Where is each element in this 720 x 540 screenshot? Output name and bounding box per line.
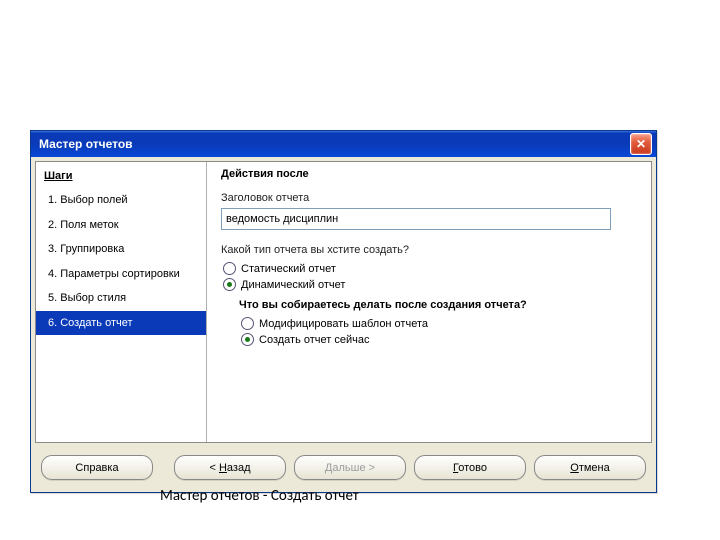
next-button: Дальше > xyxy=(294,455,406,480)
radio-label: Статический отчет xyxy=(241,263,336,275)
step-2[interactable]: 2. Поля меток xyxy=(36,213,206,238)
radio-modify-template[interactable]: Модифицировать шаблон отчета xyxy=(241,317,639,330)
radio-dynamic-report[interactable]: Динамический отчет xyxy=(223,278,639,291)
button-bar: Справка < Назад Дальше > Готово Отмена xyxy=(31,447,656,492)
report-title-input[interactable] xyxy=(221,208,611,230)
titlebar: Мастер отчетов ✕ xyxy=(31,131,656,157)
help-button[interactable]: Справка xyxy=(41,455,153,480)
step-3[interactable]: 3. Группировка xyxy=(36,237,206,262)
step-5[interactable]: 5. Выбор стиля xyxy=(36,286,206,311)
radio-label: Динамический отчет xyxy=(241,279,345,291)
dialog-body: Шаги 1. Выбор полей 2. Поля меток 3. Гру… xyxy=(35,161,652,443)
radio-create-now[interactable]: Создать отчет сейчас xyxy=(241,333,639,346)
back-button[interactable]: < Назад xyxy=(174,455,286,480)
report-type-question: Какой тип отчета вы хстите создать? xyxy=(221,244,639,256)
radio-icon xyxy=(241,333,254,346)
done-button[interactable]: Готово xyxy=(414,455,526,480)
dialog-title: Мастер отчетов xyxy=(39,137,630,151)
main-header: Действия после xyxy=(221,168,639,192)
radio-icon xyxy=(241,317,254,330)
step-4[interactable]: 4. Параметры сортировки xyxy=(36,262,206,287)
after-create-group: Что вы собираетесь делать после создания… xyxy=(239,299,639,346)
close-button[interactable]: ✕ xyxy=(630,133,652,155)
button-label: Справка xyxy=(75,462,118,474)
wizard-dialog: Мастер отчетов ✕ Шаги 1. Выбор полей 2. … xyxy=(30,130,657,493)
radio-icon xyxy=(223,278,236,291)
radio-static-report[interactable]: Статический отчет xyxy=(223,262,639,275)
radio-label: Модифицировать шаблон отчета xyxy=(259,318,428,330)
after-create-question: Что вы собираетесь делать после создания… xyxy=(239,299,639,311)
radio-icon xyxy=(223,262,236,275)
main-panel: Действия после Заголовок отчета Какой ти… xyxy=(207,162,651,442)
steps-header: Шаги xyxy=(36,168,206,188)
figure-caption: Мастер отчетов - Создать отчет xyxy=(160,487,359,505)
step-1[interactable]: 1. Выбор полей xyxy=(36,188,206,213)
close-icon: ✕ xyxy=(636,137,646,151)
step-6[interactable]: 6. Создать отчет xyxy=(36,311,206,336)
report-title-label: Заголовок отчета xyxy=(221,192,639,204)
spacer xyxy=(161,455,166,480)
cancel-button[interactable]: Отмена xyxy=(534,455,646,480)
steps-sidebar: Шаги 1. Выбор полей 2. Поля меток 3. Гру… xyxy=(36,162,207,442)
radio-label: Создать отчет сейчас xyxy=(259,334,369,346)
